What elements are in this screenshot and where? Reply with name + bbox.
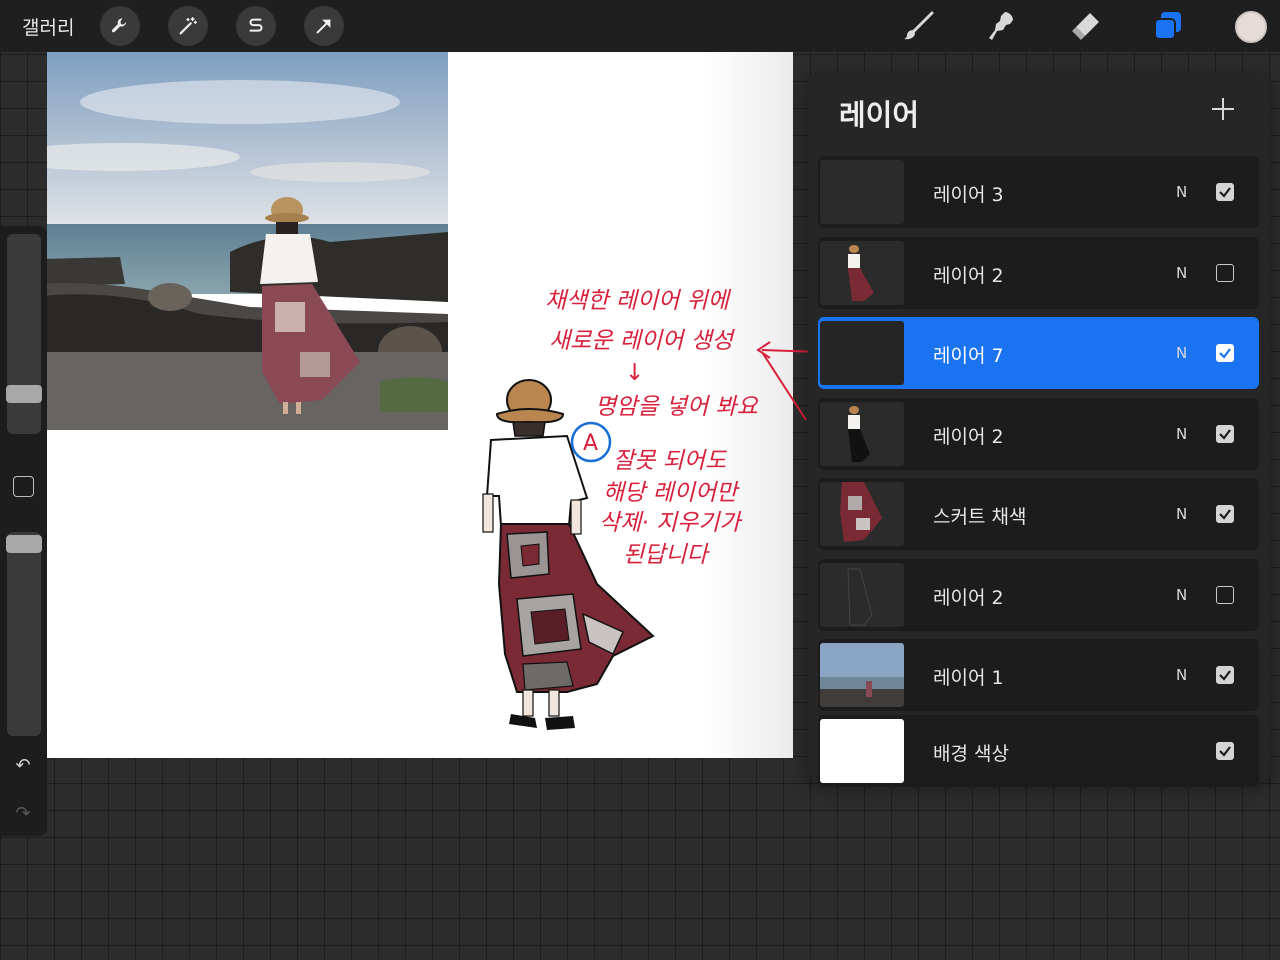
drawing-canvas[interactable]: 채색한 레이어 위에 새로운 레이어 생성 ↓ 명암을 넣어 봐요 잘못 되어도… bbox=[47, 52, 793, 758]
marker-label: A bbox=[583, 431, 598, 456]
visibility-checkbox[interactable] bbox=[1216, 505, 1234, 523]
checkmark-icon bbox=[1219, 429, 1231, 440]
plus-icon[interactable] bbox=[1208, 94, 1238, 124]
layers-panel: 레이어 레이어 3 N 레이어 2 N 레이어 7 N 레이어 2 N 스커트 채색 N 레이어 2… bbox=[808, 72, 1270, 787]
layer-thumbnail[interactable] bbox=[820, 643, 904, 707]
layer-thumbnail[interactable] bbox=[820, 402, 904, 466]
layer-name: 레이어 3 bbox=[933, 184, 1004, 206]
blend-mode-button[interactable]: N bbox=[1176, 505, 1187, 523]
handwritten-annotation: 채색한 레이어 위에 새로운 레이어 생성 ↓ 명암을 넣어 봐요 잘못 되어도… bbox=[545, 288, 759, 568]
layer-name: 레이어 2 bbox=[933, 587, 1004, 609]
annotation-line-4: 잘못 되어도 bbox=[613, 448, 727, 474]
wrench-icon[interactable] bbox=[100, 6, 140, 46]
layer-name: 레이어 1 bbox=[933, 667, 1004, 689]
blend-mode-button[interactable]: N bbox=[1176, 183, 1187, 201]
brush-icon[interactable] bbox=[900, 7, 938, 45]
checkmark-icon bbox=[1219, 509, 1231, 520]
visibility-checkbox[interactable] bbox=[1216, 344, 1234, 362]
left-sidebar: ↶ ↷ bbox=[0, 226, 47, 836]
layer-name: 스커트 채색 bbox=[933, 506, 1027, 528]
blend-mode-button[interactable]: N bbox=[1176, 666, 1187, 684]
visibility-checkbox[interactable] bbox=[1216, 666, 1234, 684]
visibility-checkbox[interactable] bbox=[1216, 586, 1234, 604]
visibility-checkbox[interactable] bbox=[1216, 183, 1234, 201]
annotation-line-3: 명암을 넣어 봐요 bbox=[595, 394, 759, 420]
visibility-checkbox[interactable] bbox=[1216, 425, 1234, 443]
blend-mode-button[interactable]: N bbox=[1176, 344, 1187, 362]
layer-name: 배경 색상 bbox=[933, 743, 1009, 765]
layer-thumbnail[interactable] bbox=[820, 719, 904, 783]
annotation-line-7: 된답니다 bbox=[623, 542, 710, 568]
color-swatch[interactable] bbox=[1235, 11, 1267, 43]
magic-wand-icon[interactable] bbox=[168, 6, 208, 46]
layer-name: 레이어 7 bbox=[933, 345, 1004, 367]
checkmark-icon bbox=[1219, 348, 1231, 359]
gallery-button[interactable]: 갤러리 bbox=[22, 13, 74, 40]
brush-size-handle[interactable] bbox=[6, 385, 42, 403]
eraser-icon[interactable] bbox=[1066, 7, 1104, 45]
layer-row[interactable]: 배경 색상 bbox=[818, 715, 1259, 787]
arrow-move-icon[interactable] bbox=[304, 6, 344, 46]
blend-mode-button[interactable]: N bbox=[1176, 586, 1187, 604]
layer-row[interactable]: 레이어 2 N bbox=[818, 398, 1259, 470]
layer-thumbnail[interactable] bbox=[820, 321, 904, 385]
visibility-checkbox[interactable] bbox=[1216, 742, 1234, 760]
layer-thumbnail[interactable] bbox=[820, 482, 904, 546]
layer-row[interactable]: 스커트 채색 N bbox=[818, 478, 1259, 550]
layer-row[interactable]: 레이어 7 N bbox=[818, 317, 1259, 389]
layer-row[interactable]: 레이어 1 N bbox=[818, 639, 1259, 711]
opacity-slider[interactable] bbox=[7, 532, 41, 736]
annotation-line-5: 해당 레이어만 bbox=[603, 480, 740, 506]
visibility-checkbox[interactable] bbox=[1216, 264, 1234, 282]
layer-row[interactable]: 레이어 3 N bbox=[818, 156, 1259, 228]
annotation-arrow-down: ↓ bbox=[625, 360, 644, 386]
layer-name: 레이어 2 bbox=[933, 265, 1004, 287]
layers-panel-title: 레이어 bbox=[839, 98, 920, 132]
checkmark-icon bbox=[1219, 670, 1231, 681]
brush-size-slider[interactable] bbox=[7, 234, 41, 434]
checkmark-icon bbox=[1219, 187, 1231, 198]
layer-thumbnail[interactable] bbox=[820, 563, 904, 627]
layer-row[interactable]: 레이어 2 N bbox=[818, 559, 1259, 631]
annotation-line-2: 새로운 레이어 생성 bbox=[549, 328, 736, 354]
layer-name: 레이어 2 bbox=[933, 426, 1004, 448]
checkmark-icon bbox=[1219, 746, 1231, 757]
layers-icon[interactable] bbox=[1149, 7, 1187, 45]
opacity-handle[interactable] bbox=[6, 535, 42, 553]
blend-mode-button[interactable]: N bbox=[1176, 425, 1187, 443]
smudge-icon[interactable] bbox=[983, 7, 1021, 45]
annotation-line-1: 채색한 레이어 위에 bbox=[545, 288, 732, 314]
square-modifier-icon[interactable] bbox=[13, 476, 34, 497]
layer-thumbnail[interactable] bbox=[820, 160, 904, 224]
layer-thumbnail[interactable] bbox=[820, 241, 904, 305]
annotation-line-6: 삭제· 지우기가 bbox=[599, 510, 743, 536]
top-toolbar: 갤러리 bbox=[0, 0, 1280, 52]
redo-icon[interactable]: ↷ bbox=[10, 804, 36, 824]
blend-mode-button[interactable]: N bbox=[1176, 264, 1187, 282]
selection-s-icon[interactable] bbox=[236, 6, 276, 46]
layer-row[interactable]: 레이어 2 N bbox=[818, 237, 1259, 309]
undo-icon[interactable]: ↶ bbox=[10, 756, 36, 776]
